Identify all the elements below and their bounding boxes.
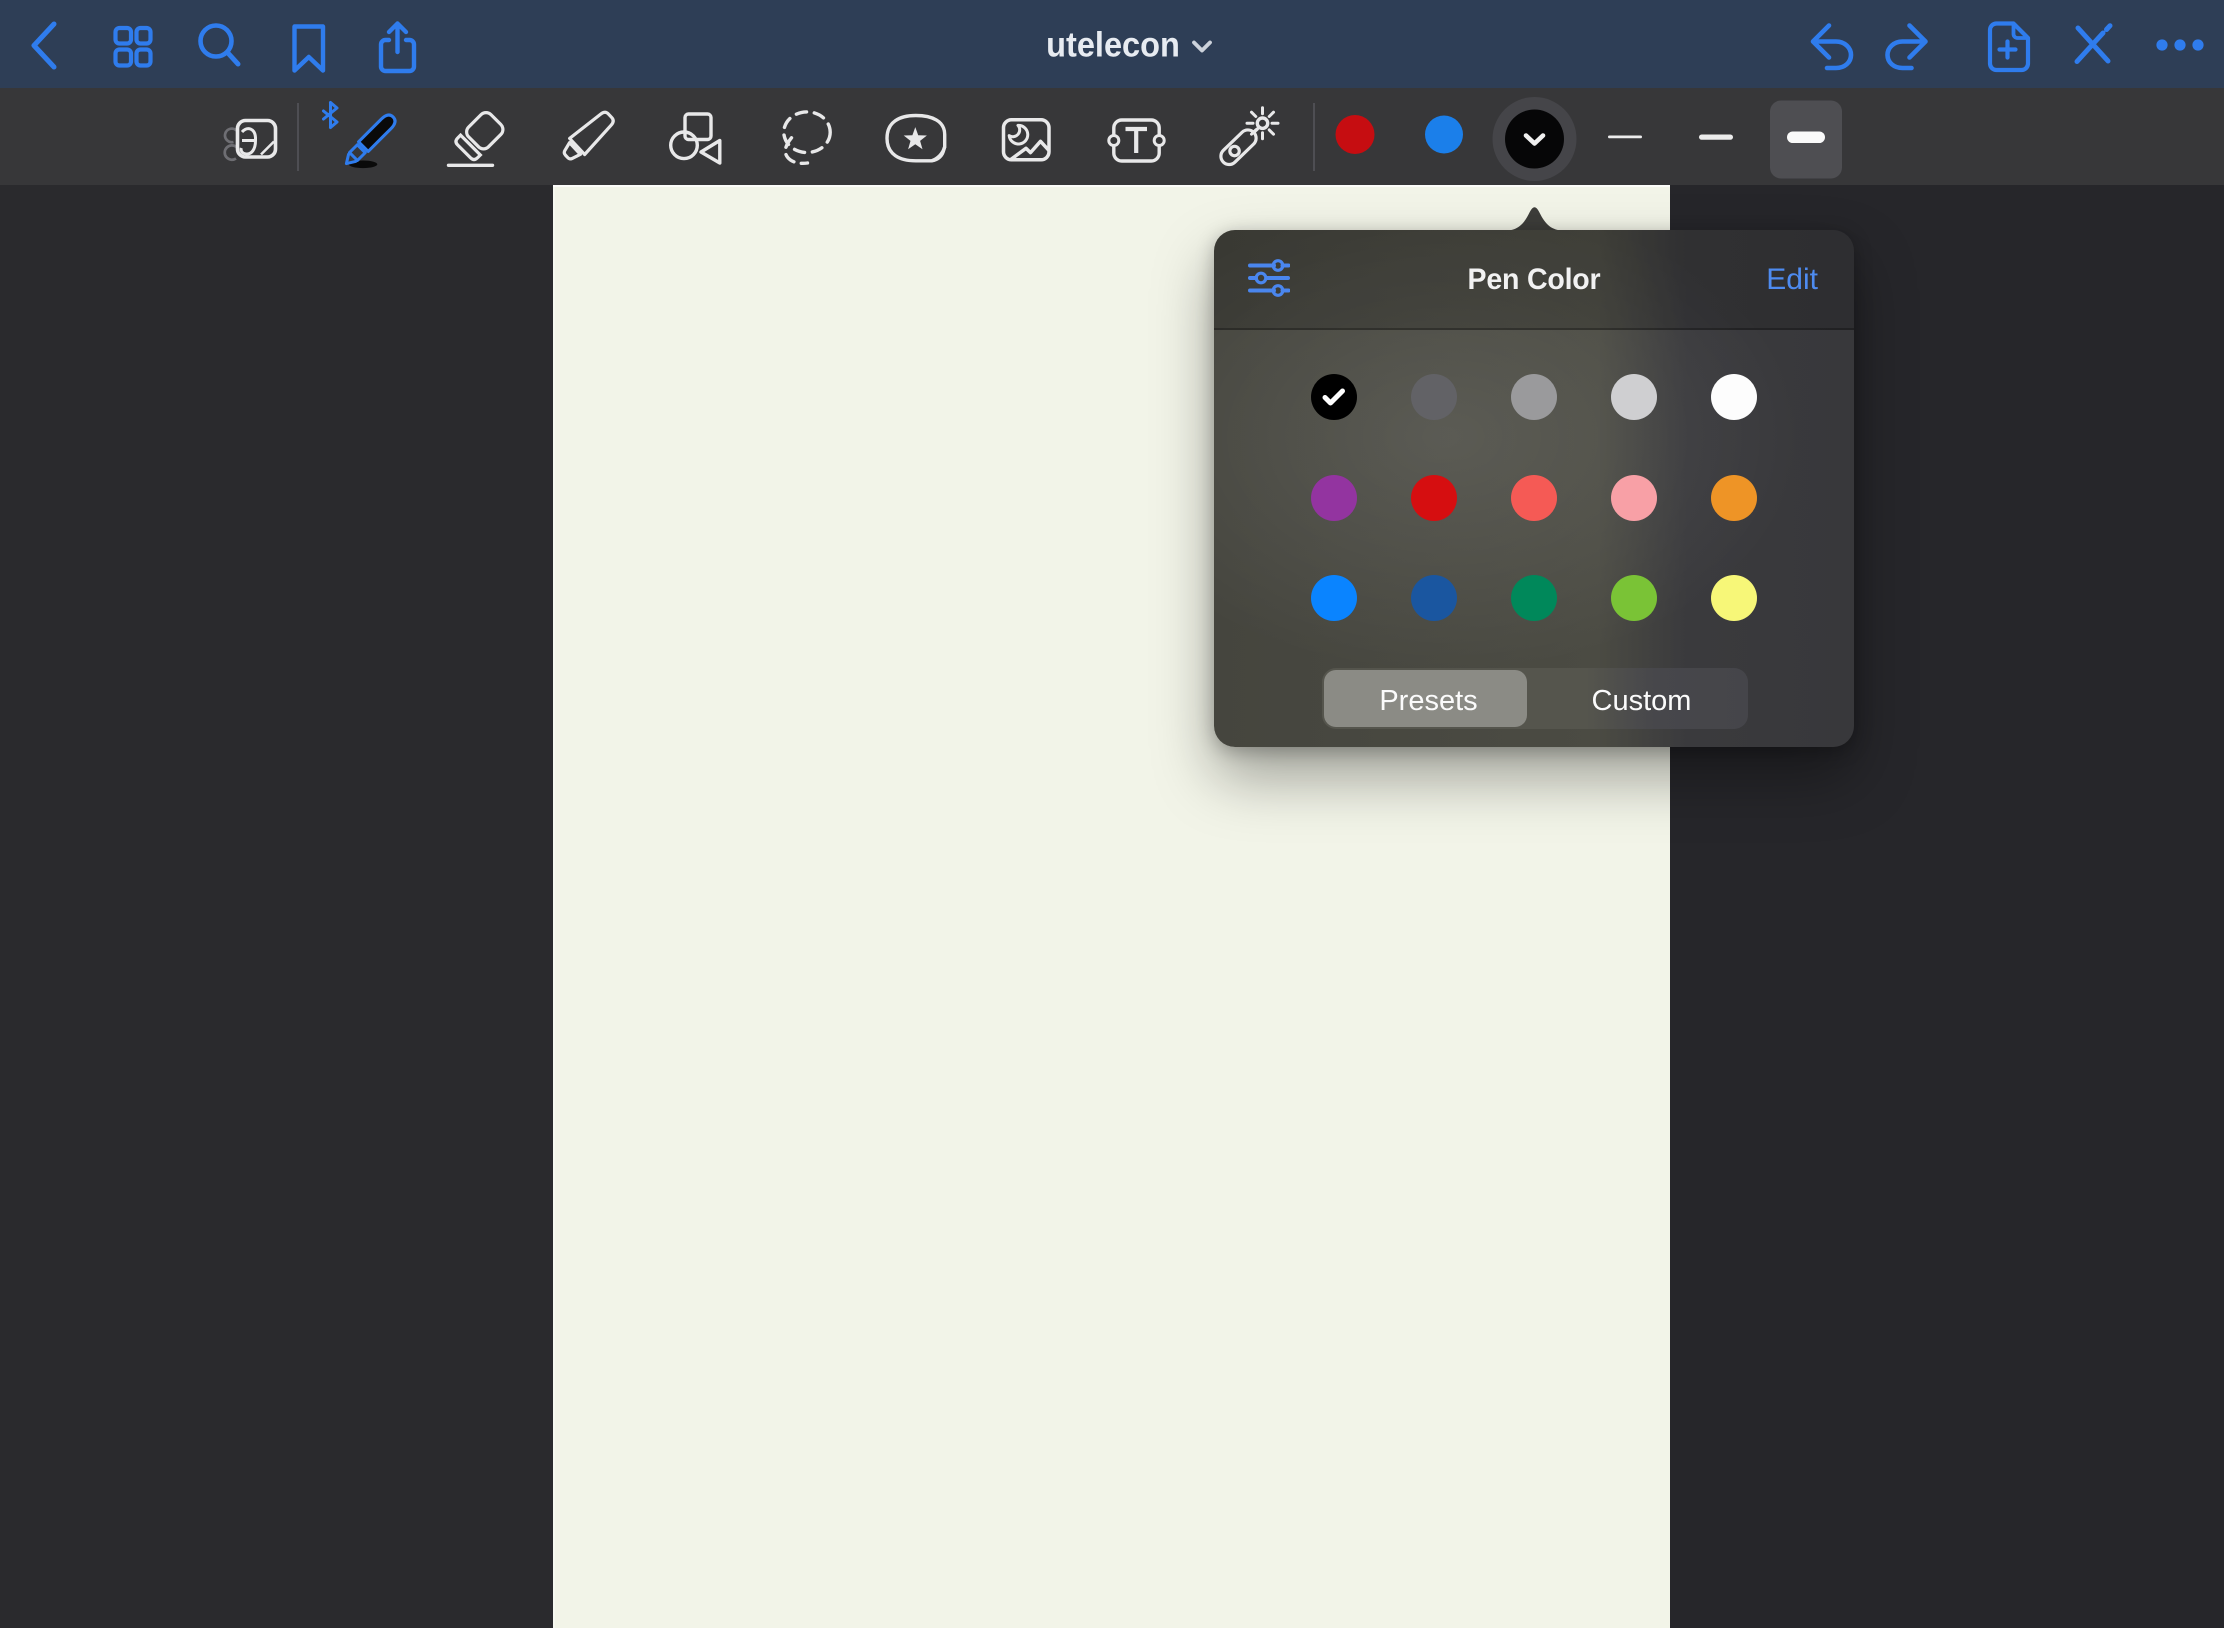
svg-text:utelecon: utelecon [1046,25,1180,64]
